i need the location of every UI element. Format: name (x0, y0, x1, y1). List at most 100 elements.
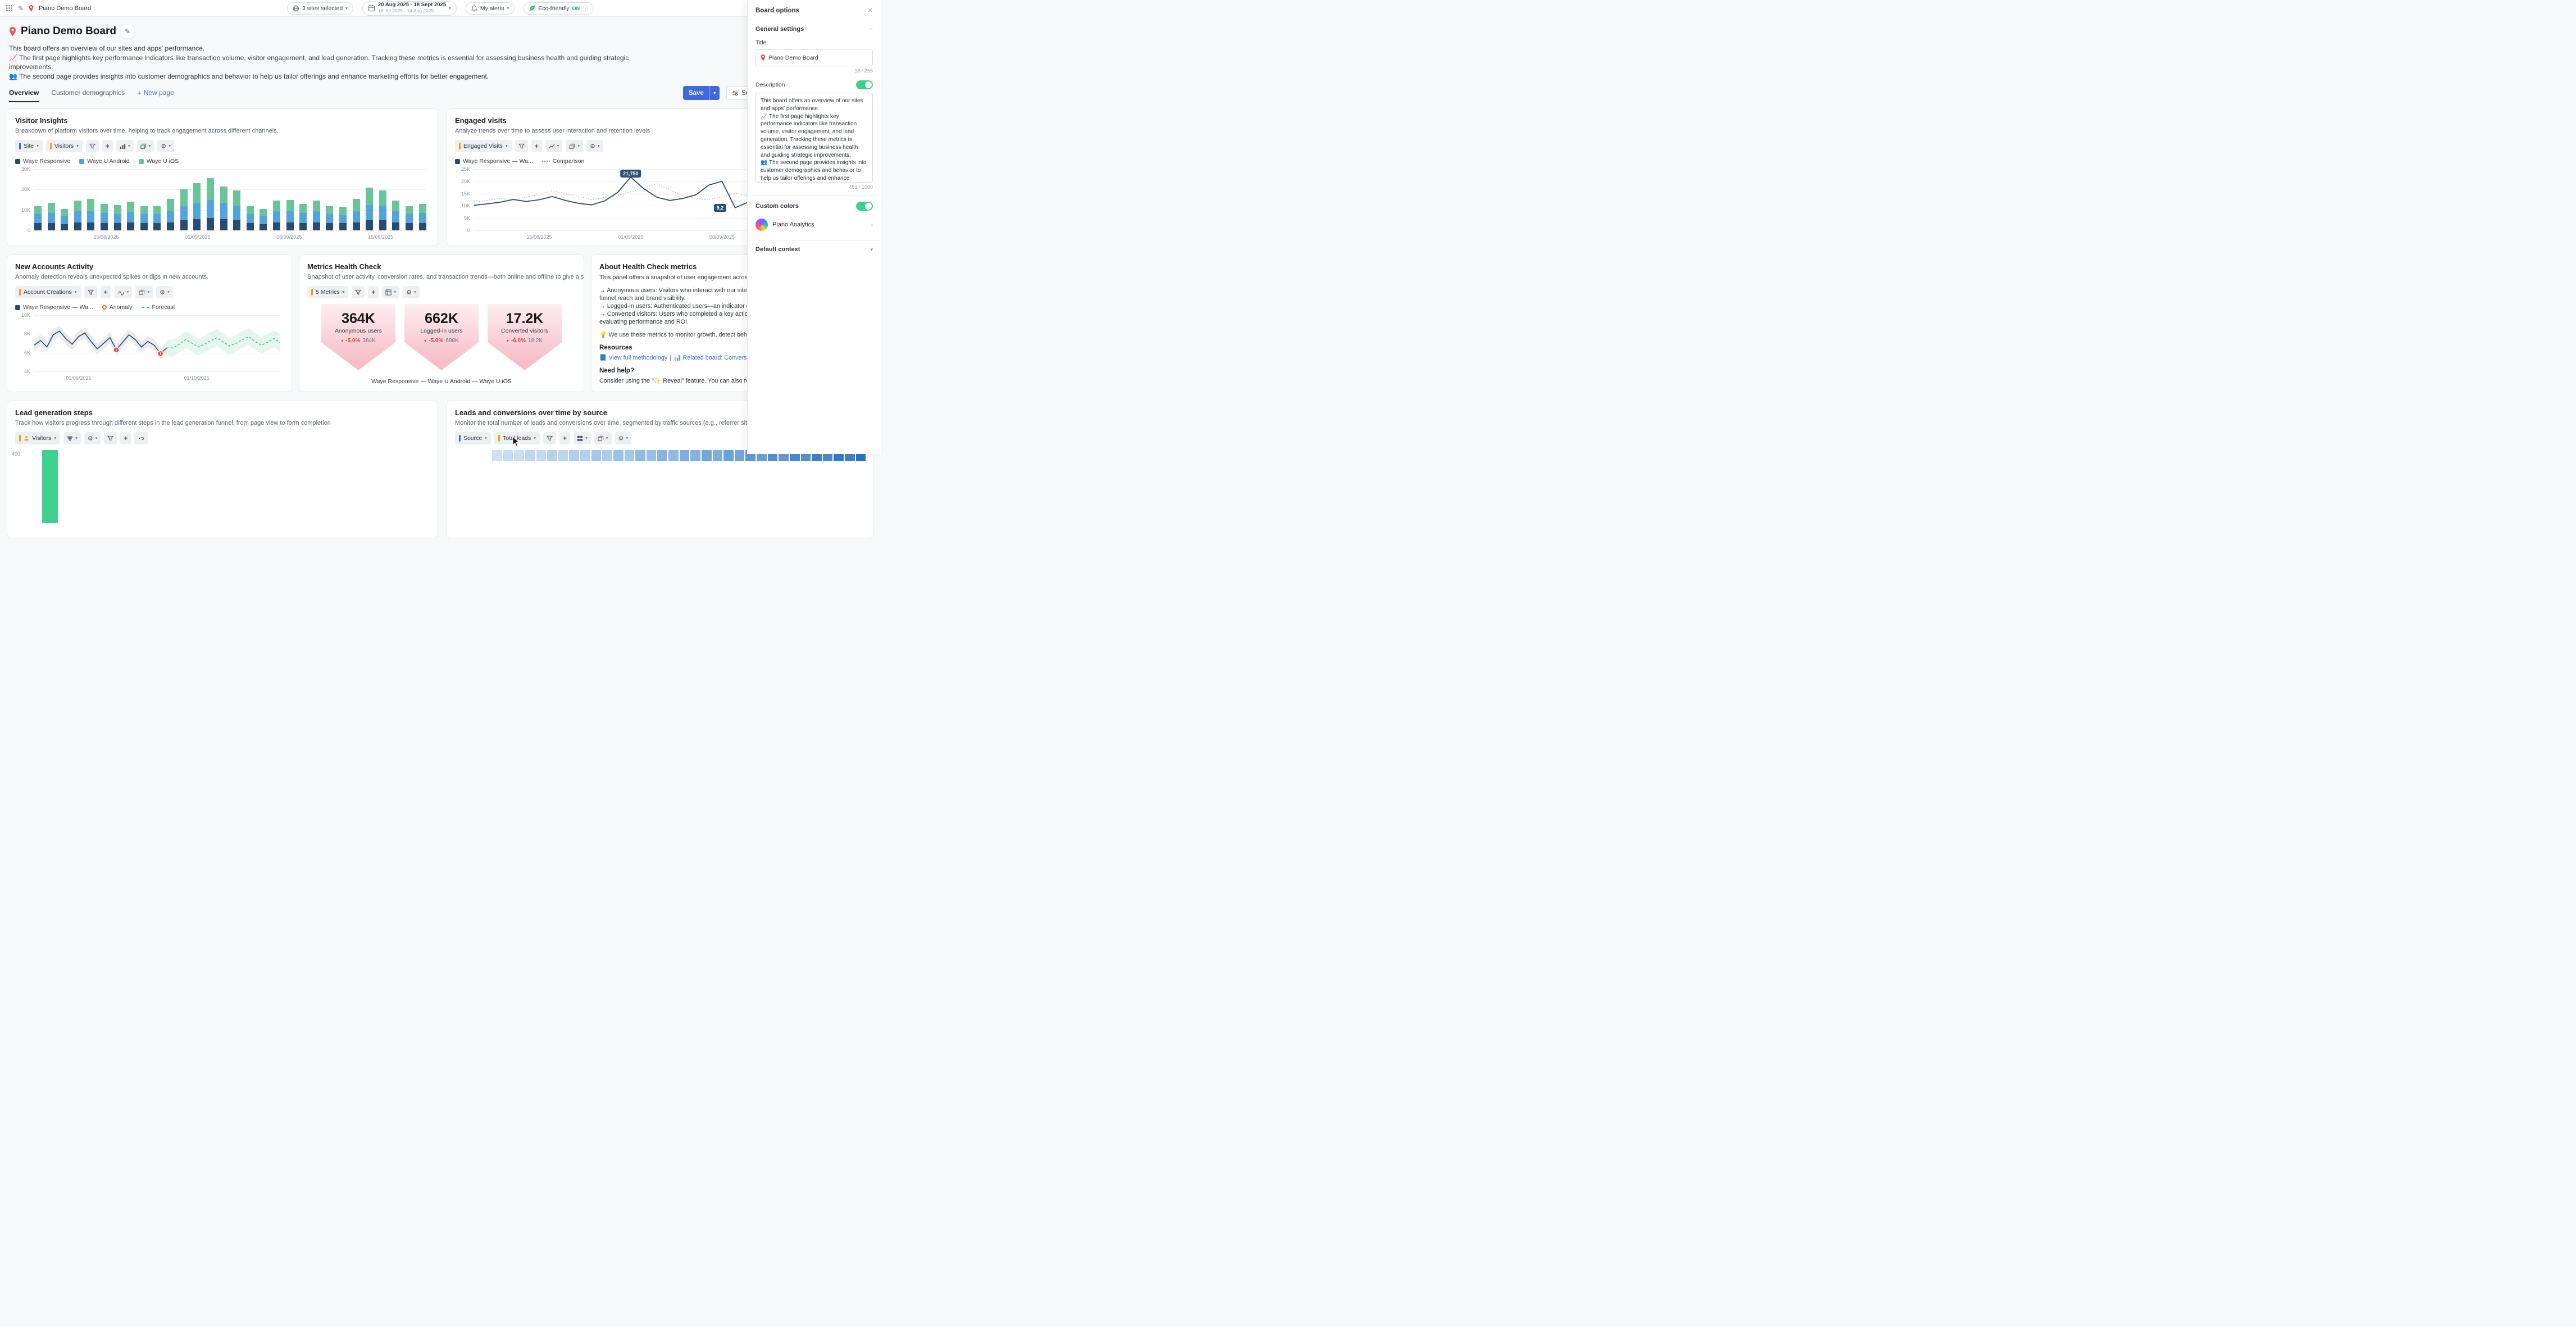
panel-title: Board options (755, 7, 799, 14)
plus-button[interactable]: + (120, 432, 131, 444)
widget-subtitle: Breakdown of platform visitors over time… (15, 128, 430, 134)
chevron-down-icon: ▾ (54, 436, 56, 440)
y-axis-label: 4K (15, 369, 30, 374)
legend-waye-responsive[interactable]: Waye Responsive (15, 158, 70, 165)
plus-button[interactable]: + (102, 140, 113, 152)
chevron-down-icon: ▾ (37, 144, 39, 148)
eco-friendly-toggle[interactable]: Eco-friendly ON ⓘ (524, 2, 594, 15)
anomaly-button[interactable]: ▾ (115, 286, 133, 298)
bar-segment (379, 206, 386, 220)
legend-comparison[interactable]: Comparison (542, 158, 585, 165)
bar-segment (379, 220, 386, 230)
new-accounts-chart[interactable]: 10K8K6K4K!!01/09/202501/10/2025 (15, 315, 284, 384)
widget-title: Visitor Insights (15, 116, 430, 125)
info-icon[interactable]: ⓘ (582, 4, 588, 12)
edit-board-button[interactable]: ✎ (121, 25, 134, 38)
gear-button[interactable]: ⚙▾ (156, 286, 173, 298)
plus-button[interactable]: + (531, 140, 542, 152)
chevron-down-icon: ▾ (75, 290, 77, 294)
bar (353, 199, 360, 230)
bar-segment (74, 211, 81, 222)
metric-pill-label: Source (463, 435, 482, 442)
bar-segment (299, 213, 307, 223)
plus-button[interactable]: + (559, 432, 570, 444)
metric-value: 662K (425, 311, 458, 327)
compare-button[interactable]: ▾ (594, 432, 612, 444)
lead-generation-chart[interactable]: 400 (15, 450, 430, 534)
plus-button[interactable]: + (368, 286, 379, 298)
grid-button[interactable]: ▾ (574, 432, 591, 444)
description-toggle[interactable] (856, 80, 873, 89)
filter-button[interactable] (86, 140, 99, 152)
filter-button[interactable] (84, 286, 97, 298)
metric-value: 364K (342, 311, 375, 327)
legend-forecast[interactable]: Forecast (142, 304, 175, 311)
resource-link[interactable]: 📘 View full methodology (599, 355, 667, 361)
plus-button[interactable]: + (101, 286, 111, 298)
new-page-button[interactable]: + New page (137, 89, 174, 102)
metric-pill-visitors[interactable]: Visitors▾ (46, 140, 83, 152)
table-button[interactable]: ▾ (382, 286, 399, 298)
metric-pill-visitors[interactable]: Visitors▾ (15, 432, 60, 444)
date-range-selector[interactable]: 20 Aug 2025 - 18 Sept 2025 16 Jul 2025 -… (362, 1, 457, 16)
filter-button[interactable] (104, 432, 117, 444)
bar-segment (207, 178, 214, 199)
metric-pill-site[interactable]: Site▾ (15, 140, 43, 152)
custom-colors-toggle[interactable] (856, 202, 873, 211)
bar (87, 199, 94, 230)
chevron-down-icon[interactable]: ▾ (870, 247, 873, 253)
heatmap-cell (569, 450, 579, 461)
filter-button[interactable] (352, 286, 365, 298)
collapse-icon[interactable]: − (870, 26, 873, 33)
heatmap-cell (702, 450, 712, 461)
plus-icon: + (371, 288, 375, 296)
bar-segment (392, 211, 399, 222)
chevron-down-icon: ▾ (127, 290, 129, 294)
filter-button[interactable] (543, 432, 556, 444)
metric-pill-engaged-visits[interactable]: Engaged Visits▾ (455, 140, 512, 152)
metric-accent-bar (311, 289, 313, 296)
legend-waye-responsive-wa[interactable]: Waye Responsive — Wa... (15, 304, 93, 311)
y-axis-label: 20K (15, 187, 30, 192)
gear-button[interactable]: ⚙▾ (157, 140, 174, 152)
metric-pill-total-leads[interactable]: Total leads▾ (494, 432, 540, 444)
bar-segment (353, 222, 360, 231)
metric-accent-bar (19, 289, 21, 296)
sites-selector[interactable]: 3 sites selected ▾ (287, 2, 353, 15)
gear-button[interactable]: ⚙▾ (586, 140, 603, 152)
bar-segment (273, 222, 280, 231)
gear-button[interactable]: ⚙▾ (615, 432, 632, 444)
legend-anomaly[interactable]: Anomaly (102, 304, 133, 311)
column-chart-button[interactable]: ▾ (116, 140, 134, 152)
legend-waye-u-ios[interactable]: Waye U iOS (139, 158, 179, 165)
gear-button[interactable]: ⚙▾ (403, 286, 420, 298)
line-chart-button[interactable]: ▾ (545, 140, 563, 152)
filter-button[interactable] (515, 140, 528, 152)
bar (34, 206, 42, 230)
board-description-input[interactable]: This board offers an overview of our sit… (755, 93, 873, 183)
save-dropdown-caret[interactable]: ▾ (709, 86, 720, 100)
funnel-steps-button[interactable]: ▾ (63, 432, 81, 444)
legend-waye-u-android[interactable]: Waye U Android (79, 158, 129, 165)
compare-button[interactable]: ▾ (566, 140, 583, 152)
compare-button[interactable]: ▾ (137, 140, 154, 152)
tab-customer-demographics[interactable]: Customer demographics (51, 89, 125, 102)
metric-pill-account-creations[interactable]: Account Creations▾ (15, 286, 81, 298)
metric-accent-bar (498, 435, 500, 442)
metric-pill-5-metrics[interactable]: 5 Metrics▾ (307, 286, 348, 298)
board-title-input[interactable]: Piano Demo Board (755, 49, 873, 66)
gear-button[interactable]: ⚙▾ (84, 432, 101, 444)
close-icon[interactable]: ✕ (868, 7, 873, 14)
palette-selector[interactable]: Piano Analytics › (755, 215, 873, 234)
pencil-icon[interactable]: ✎ (18, 4, 24, 12)
delta-percent: -5.0% (429, 338, 443, 344)
my-alerts-button[interactable]: My alerts ▾ (466, 2, 515, 15)
compare-button[interactable]: ▾ (135, 286, 153, 298)
visitor-insights-chart[interactable]: 30K20K10K025/08/202501/09/202508/09/2025… (15, 169, 430, 242)
dot-link-button[interactable] (134, 432, 148, 444)
save-button[interactable]: Save ▾ (683, 86, 720, 100)
apps-menu-icon[interactable] (6, 4, 13, 12)
tab-overview[interactable]: Overview (9, 89, 39, 102)
metric-pill-source[interactable]: Source▾ (455, 432, 491, 444)
legend-waye-responsive-wa[interactable]: Waye Responsive — Wa... (455, 158, 533, 165)
